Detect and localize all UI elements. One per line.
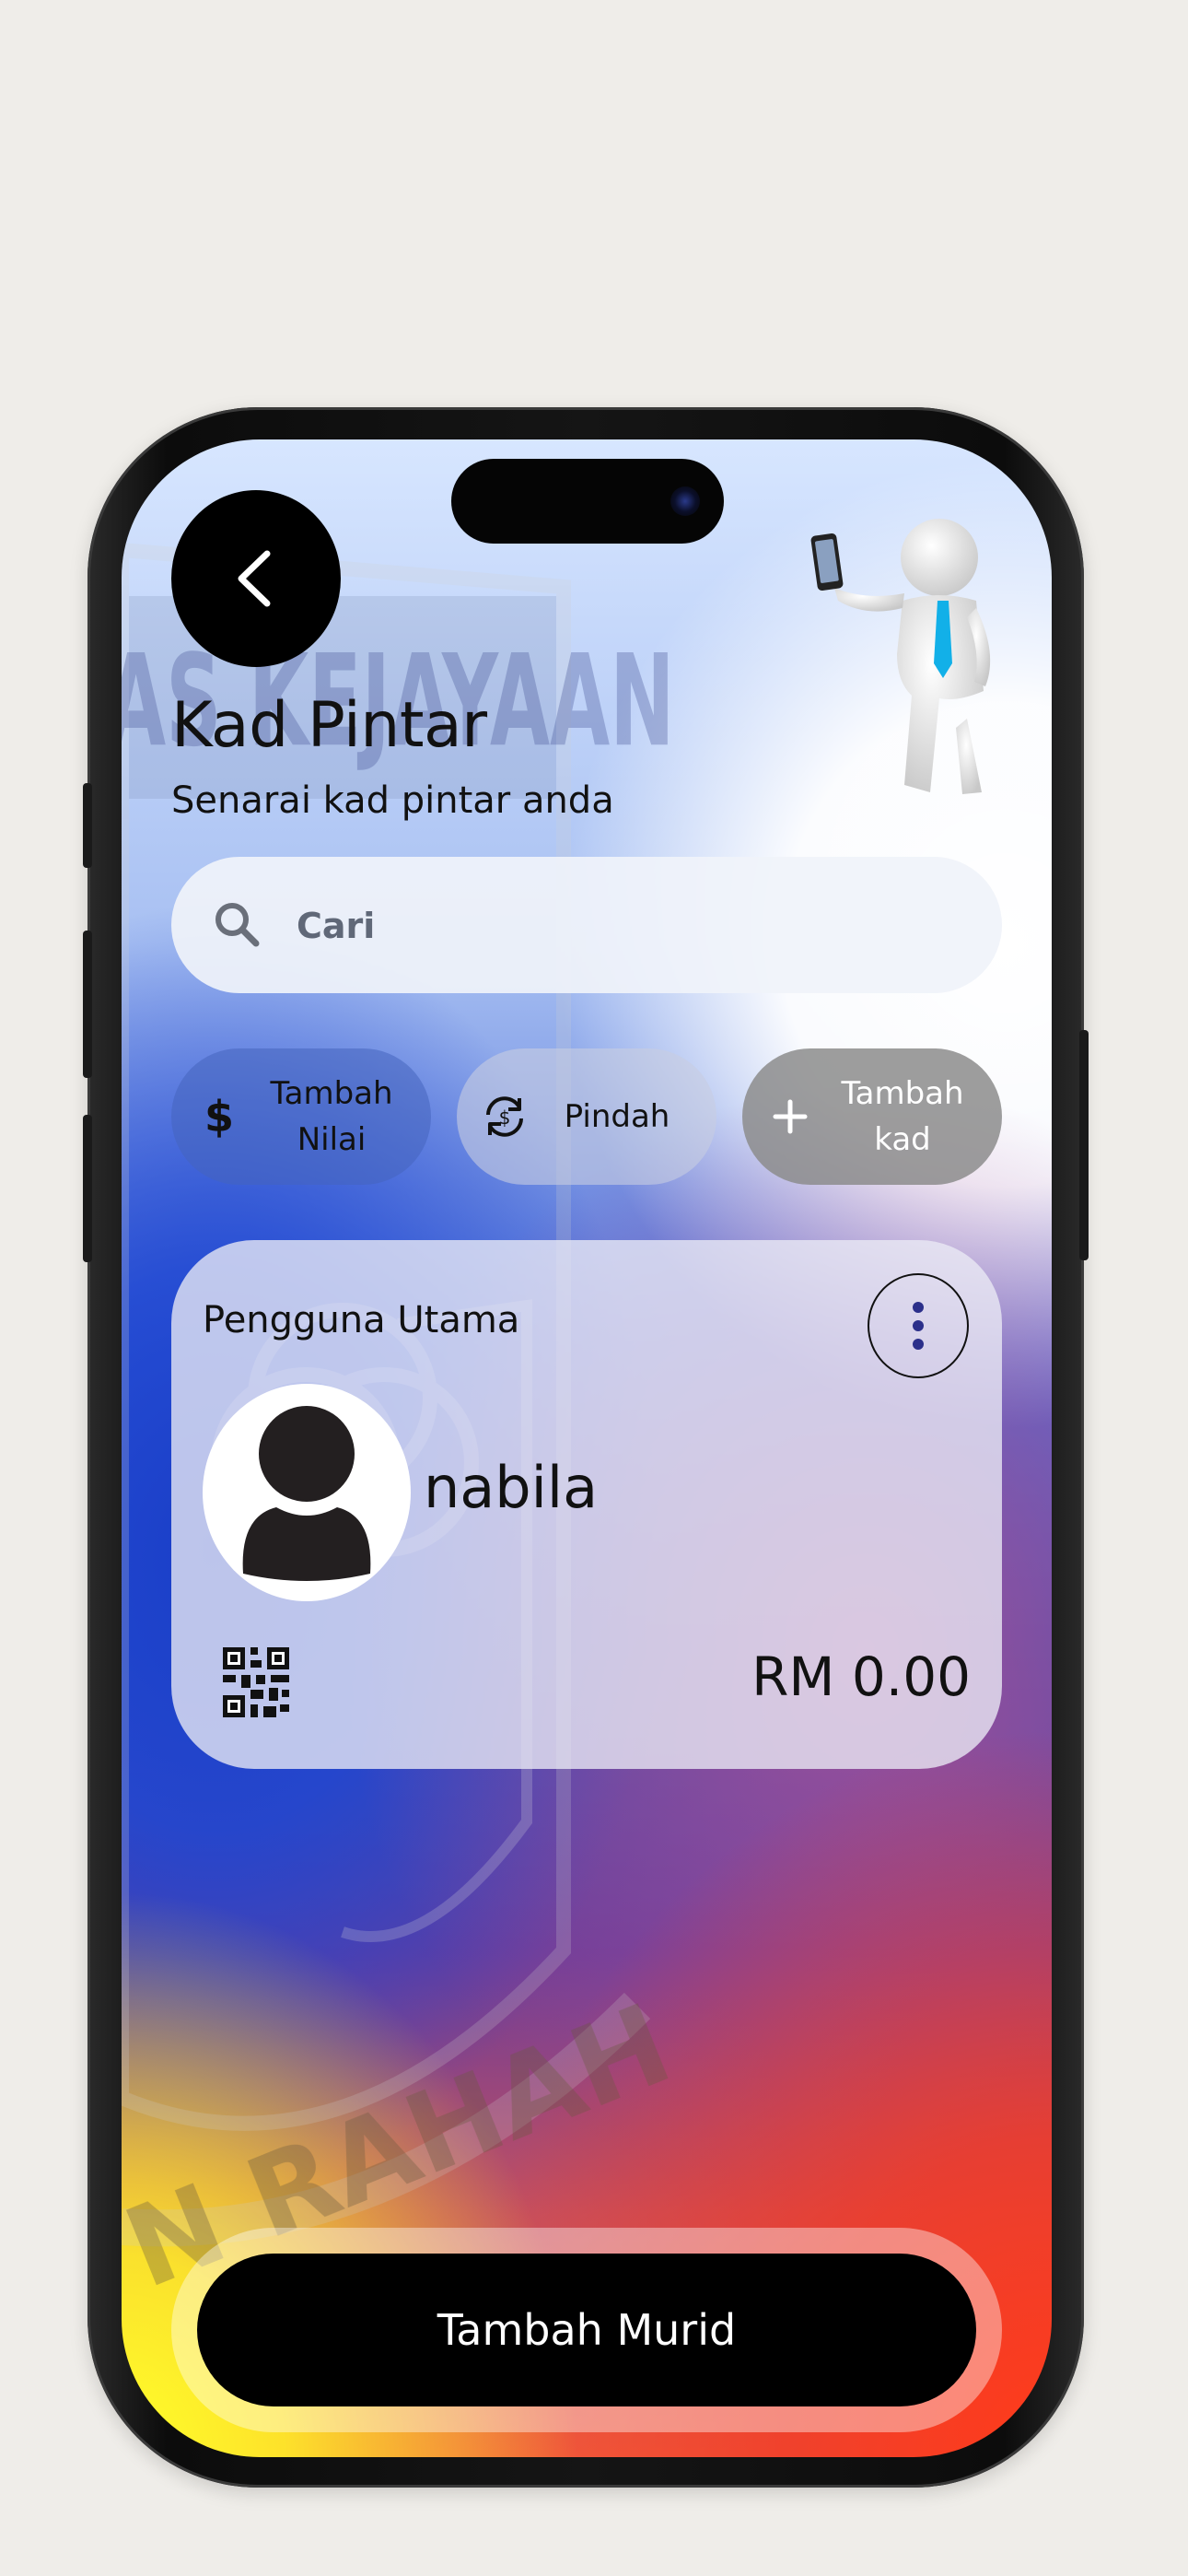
topup-button[interactable]: $ Tambah Nilai: [171, 1048, 431, 1185]
power-button: [1079, 1030, 1089, 1260]
page-subtitle: Senarai kad pintar anda: [171, 779, 614, 822]
page: AS KEJAYAAN N RAHAH Kad Pintar Senarai k…: [0, 0, 1188, 2576]
avatar: [203, 1384, 411, 1601]
action-button: [83, 783, 92, 868]
qr-code-icon[interactable]: [223, 1647, 289, 1717]
search-input[interactable]: [295, 888, 961, 964]
volume-down-button: [83, 1115, 92, 1262]
user-icon: [242, 1406, 371, 1581]
search-bar[interactable]: [171, 857, 1002, 993]
transfer-button-label: Pindah: [564, 1098, 670, 1135]
add-card-button-label: Tambah kad: [841, 1075, 964, 1158]
back-button[interactable]: [171, 490, 341, 667]
card-holder-name: nabila: [424, 1454, 599, 1521]
chevron-left-icon: [238, 550, 271, 607]
smart-card[interactable]: Pengguna Utama nabila RM 0.00: [171, 1240, 1002, 1769]
card-menu-button[interactable]: [868, 1273, 969, 1378]
transfer-icon: $: [486, 1096, 523, 1137]
search-icon: [215, 903, 260, 947]
add-student-button[interactable]: Tambah Murid: [197, 2254, 976, 2406]
topup-button-label: Tambah Nilai: [270, 1075, 393, 1158]
mascot-illustration: [810, 519, 991, 794]
card-role: Pengguna Utama: [203, 1299, 520, 1341]
more-vertical-icon: [913, 1302, 924, 1350]
card-balance: RM 0.00: [751, 1645, 971, 1708]
plus-icon: [773, 1099, 808, 1134]
transfer-button[interactable]: $ Pindah: [457, 1048, 716, 1185]
camera-lens: [670, 486, 700, 516]
add-card-button[interactable]: Tambah kad: [742, 1048, 1002, 1185]
svg-text:$: $: [204, 1092, 234, 1142]
dynamic-island: [451, 459, 724, 544]
dollar-icon: $: [204, 1092, 234, 1142]
svg-text:$: $: [499, 1107, 511, 1129]
page-title: Kad Pintar: [171, 689, 487, 762]
volume-up-button: [83, 931, 92, 1078]
